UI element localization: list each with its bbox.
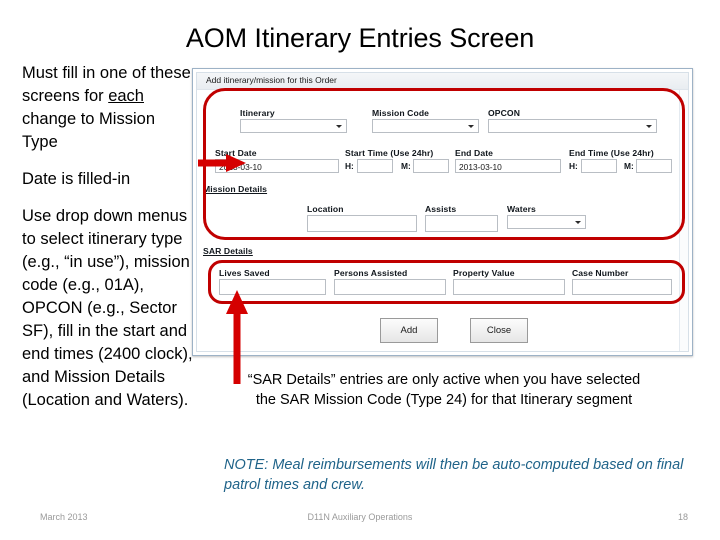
- mission-code-select[interactable]: [372, 119, 479, 133]
- page-title: AOM Itinerary Entries Screen: [185, 23, 535, 53]
- left-note-2: Date is filled-in: [22, 170, 131, 188]
- chevron-down-icon: [468, 125, 474, 128]
- window-inner-frame: Add itinerary/mission for this Order Iti…: [196, 72, 689, 352]
- footer-page-number: 18: [677, 512, 688, 522]
- assists-label: Assists: [425, 204, 457, 214]
- sar-details-section-label: SAR Details: [203, 246, 253, 256]
- opcon-select[interactable]: [488, 119, 657, 133]
- chevron-down-icon: [336, 125, 342, 128]
- window-body: Itinerary Mission Code OPCON Start Date …: [197, 90, 688, 351]
- waters-label: Waters: [507, 204, 536, 214]
- close-button[interactable]: Close: [470, 318, 528, 343]
- left-note-1-emphasis: each: [108, 87, 144, 105]
- end-hour-input[interactable]: [581, 159, 617, 173]
- left-note-1: Must fill in one of these screens for ea…: [22, 62, 194, 154]
- left-annotation-column: Must fill in one of these screens for ea…: [22, 62, 194, 412]
- left-note-1-part-b: change to Mission Type: [22, 110, 155, 151]
- start-minute-prefix: M:: [401, 161, 411, 171]
- chevron-down-icon: [646, 125, 652, 128]
- meal-reimbursement-note: NOTE: Meal reimbursements will then be a…: [224, 457, 684, 493]
- start-hour-input[interactable]: [357, 159, 393, 173]
- arrow-pointing-to-start-date: [198, 154, 246, 172]
- end-date-input[interactable]: 2013-03-10: [455, 159, 561, 173]
- location-input[interactable]: [307, 215, 417, 232]
- case-number-label: Case Number: [572, 268, 629, 278]
- sar-details-annotation: “SAR Details” entries are only active wh…: [247, 372, 641, 408]
- itinerary-entry-window: Add itinerary/mission for this Order Iti…: [192, 68, 693, 356]
- end-hour-prefix: H:: [569, 161, 578, 171]
- mission-details-section-label: Mission Details: [203, 184, 268, 194]
- mission-code-label: Mission Code: [372, 108, 430, 118]
- opcon-label: OPCON: [488, 108, 521, 118]
- end-time-label: End Time (Use 24hr): [569, 148, 654, 158]
- itinerary-label: Itinerary: [240, 108, 275, 118]
- window-title-text: Add itinerary/mission for this Order: [206, 75, 337, 85]
- start-time-label: Start Time (Use 24hr): [345, 148, 434, 158]
- chevron-down-icon: [575, 221, 581, 224]
- waters-select[interactable]: [507, 215, 586, 229]
- end-date-value: 2013-03-10: [459, 162, 502, 172]
- persons-assisted-label: Persons Assisted: [334, 268, 408, 278]
- window-titlebar: Add itinerary/mission for this Order: [197, 73, 688, 90]
- end-minute-input[interactable]: [636, 159, 672, 173]
- property-value-input[interactable]: [453, 279, 565, 295]
- window-scroll-gutter[interactable]: [679, 90, 688, 351]
- slide-footer: March 2013 D11N Auxiliary Operations 18: [0, 512, 720, 526]
- itinerary-select[interactable]: [240, 119, 347, 133]
- add-button[interactable]: Add: [380, 318, 438, 343]
- end-minute-prefix: M:: [624, 161, 634, 171]
- lives-saved-label: Lives Saved: [219, 268, 270, 278]
- left-note-1-part-a: Must fill in one of these screens for: [22, 64, 191, 105]
- persons-assisted-input[interactable]: [334, 279, 446, 295]
- left-note-3: Use drop down menus to select itinerary …: [22, 207, 193, 409]
- footer-center-text: D11N Auxiliary Operations: [307, 512, 413, 522]
- end-date-label: End Date: [455, 148, 494, 158]
- start-hour-prefix: H:: [345, 161, 354, 171]
- property-value-label: Property Value: [453, 268, 515, 278]
- assists-input[interactable]: [425, 215, 498, 232]
- start-minute-input[interactable]: [413, 159, 449, 173]
- case-number-input[interactable]: [572, 279, 672, 295]
- location-label: Location: [307, 204, 344, 214]
